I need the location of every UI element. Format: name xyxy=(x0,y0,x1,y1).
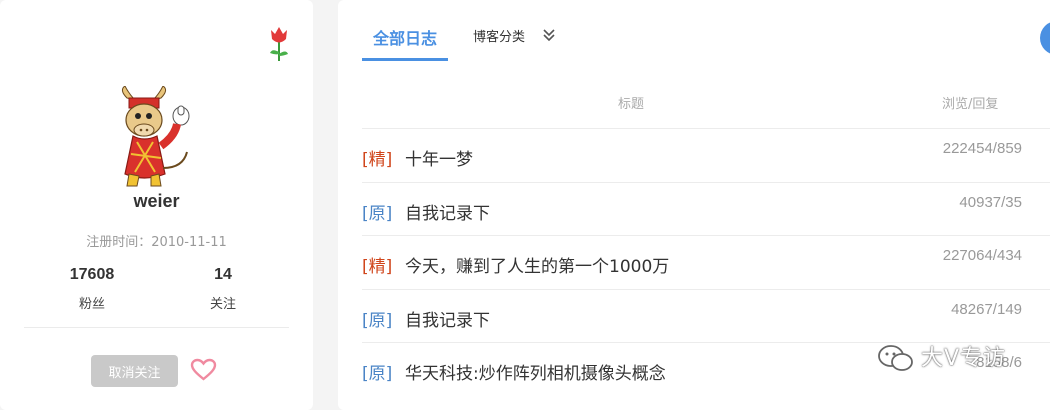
active-tab-indicator xyxy=(362,58,448,61)
post-tag-original: [原] xyxy=(362,204,393,224)
post-title[interactable]: 自我记录下 xyxy=(405,199,490,224)
avatar xyxy=(121,86,190,187)
post-title[interactable]: 自我记录下 xyxy=(405,306,490,331)
post-tag-featured: [精] xyxy=(362,257,393,277)
post-title[interactable]: 今天，赚到了人生的第一个1000万 xyxy=(405,252,669,277)
register-time: 注册时间：2010-11-11 xyxy=(86,235,227,250)
post-row[interactable]: [原] 自我记录下 40937/35 xyxy=(362,182,1050,236)
following-label: 关注 xyxy=(209,297,236,312)
stat-following[interactable]: 14 关注 xyxy=(168,265,278,312)
post-views: 227064/434 xyxy=(942,247,1022,264)
flower-icon xyxy=(270,27,288,61)
circle-button[interactable] xyxy=(1040,21,1050,55)
fans-label: 粉丝 xyxy=(78,297,105,312)
post-row[interactable]: [原] 自我记录下 48267/149 xyxy=(362,289,1050,343)
column-header-title: 标题 xyxy=(618,97,645,112)
watermark: 大V专访 xyxy=(877,340,1037,376)
heart-icon[interactable] xyxy=(190,358,217,382)
divider xyxy=(24,327,289,328)
column-header-views: 浏览/回复 xyxy=(942,97,999,112)
chat-bubbles-icon xyxy=(878,345,913,371)
double-chevron-down-icon[interactable] xyxy=(542,27,556,43)
post-tag-original: [原] xyxy=(362,311,393,331)
post-views: 48267/149 xyxy=(951,301,1022,318)
watermark-text: 大V专访 xyxy=(921,346,1007,371)
fans-count: 17608 xyxy=(69,266,115,283)
post-row[interactable]: [精] 十年一梦 222454/859 xyxy=(362,128,1050,182)
post-row[interactable]: [精] 今天，赚到了人生的第一个1000万 227064/434 xyxy=(362,235,1050,289)
username: weier xyxy=(133,191,180,211)
unfollow-button[interactable]: 取消关注 xyxy=(91,355,178,387)
following-count: 14 xyxy=(214,266,232,283)
post-views: 222454/859 xyxy=(942,140,1022,157)
post-title[interactable]: 华天科技:炒作阵列相机摄像头概念 xyxy=(405,359,666,384)
post-tag-original: [原] xyxy=(362,364,393,384)
post-views: 40937/35 xyxy=(959,194,1022,211)
post-title[interactable]: 十年一梦 xyxy=(405,145,473,170)
profile-card: weier 注册时间：2010-11-11 17608 粉丝 14 关注 取消关… xyxy=(0,0,313,410)
tab-blog-categories[interactable]: 博客分类 xyxy=(473,25,525,51)
tab-all-posts[interactable]: 全部日志 xyxy=(362,24,448,60)
stat-fans[interactable]: 17608 粉丝 xyxy=(37,265,147,312)
post-tag-featured: [精] xyxy=(362,150,393,170)
